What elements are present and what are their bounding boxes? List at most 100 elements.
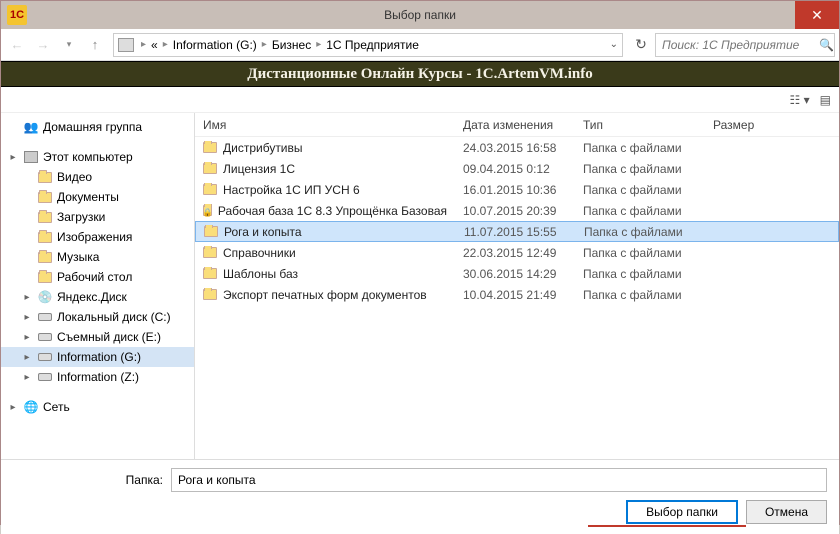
expand-icon[interactable]: ▸ xyxy=(21,312,33,323)
tree-item-label: Этот компьютер xyxy=(43,150,133,164)
file-name: Рога и копыта xyxy=(224,225,302,239)
tree-item[interactable]: ▸ Information (Z:) xyxy=(1,367,194,387)
nav-tree[interactable]: 👥Домашняя группа ▸ Этот компьютер Видео Доку… xyxy=(1,113,195,459)
folder-icon xyxy=(203,247,217,258)
search-box[interactable]: 🔍 xyxy=(655,33,835,57)
expand-icon[interactable]: ▸ xyxy=(7,152,19,163)
breadcrumb-sep-icon: ▸ xyxy=(316,39,321,50)
tree-item[interactable]: ▸ 🌐 Сеть xyxy=(1,397,194,417)
file-date: 16.01.2015 10:36 xyxy=(455,183,575,197)
footer: Папка: Выбор папки Отмена xyxy=(1,459,839,534)
tree-item[interactable]: ▸ Этот компьютер xyxy=(1,147,194,167)
folder-icon xyxy=(204,226,218,237)
breadcrumb-sep-icon: ▸ xyxy=(262,39,267,50)
computer-icon xyxy=(23,149,39,165)
nav-recent-dropdown[interactable]: ▾ xyxy=(57,33,81,57)
file-date: 09.04.2015 0:12 xyxy=(455,162,575,176)
folder-picker-window: 1C Выбор папки ✕ ← → ▾ ↑ ▸ « ▸ Informati… xyxy=(0,0,840,525)
disk-yandex-icon: 💿 xyxy=(37,289,53,305)
breadcrumb-sep-icon: ▸ xyxy=(163,39,168,50)
col-header-date[interactable]: Дата изменения xyxy=(455,118,575,132)
drive-removable-icon xyxy=(37,329,53,345)
view-icons-button[interactable]: ☷ ▾ xyxy=(790,93,810,107)
tree-item[interactable]: 👥Домашняя группа xyxy=(1,117,194,137)
search-input[interactable] xyxy=(662,38,819,52)
tree-item[interactable]: Музыка xyxy=(1,247,194,267)
breadcrumb-dropdown-icon[interactable]: ⌄ xyxy=(610,39,618,50)
expand-icon[interactable]: ▸ xyxy=(21,352,33,363)
expand-icon[interactable]: ▸ xyxy=(21,292,33,303)
tree-item-label: Локальный диск (C:) xyxy=(57,310,171,324)
col-header-type[interactable]: Тип xyxy=(575,118,705,132)
col-header-size[interactable]: Размер xyxy=(705,118,785,132)
list-row[interactable]: Лицензия 1С09.04.2015 0:12Папка с файлам… xyxy=(195,158,839,179)
list-row[interactable]: Настройка 1С ИП УСН 6 16.01.2015 10:36Пап… xyxy=(195,179,839,200)
tree-item[interactable]: ▸Information (G:) xyxy=(1,347,194,367)
expand-icon[interactable]: ▸ xyxy=(21,332,33,343)
body-area: 👥Домашняя группа ▸ Этот компьютер Видео Доку… xyxy=(1,113,839,459)
network-icon: 🌐 xyxy=(23,399,39,415)
folder-blue-icon xyxy=(37,249,53,265)
tree-item[interactable]: Документы xyxy=(1,187,194,207)
tree-item[interactable]: ▸ Локальный диск (C:) xyxy=(1,307,194,327)
tree-item[interactable]: ▸ Съемный диск (E:) xyxy=(1,327,194,347)
breadcrumb-part[interactable]: Information (G:) xyxy=(173,38,257,52)
col-header-name[interactable]: Имя xyxy=(195,118,455,132)
nav-forward-button[interactable]: → xyxy=(31,33,55,57)
folder-icon xyxy=(203,268,217,279)
view-list-button[interactable]: ▤ xyxy=(820,93,831,107)
list-row[interactable]: Справочники22.03.2015 12:49Папка с файла… xyxy=(195,242,839,263)
tree-item[interactable]: ▸ 💿 Яндекс.Диск xyxy=(1,287,194,307)
list-row[interactable]: Шаблоны баз30.06.2015 14:29Папка с файла… xyxy=(195,263,839,284)
list-row[interactable]: Рога и копыта 11.07.2015 15:55Папка с фай… xyxy=(195,221,839,242)
file-type: Папка с файлами xyxy=(575,246,705,260)
file-type: Папка с файлами xyxy=(575,288,705,302)
file-type: Папка с файлами xyxy=(575,141,705,155)
titlebar: 1C Выбор папки ✕ xyxy=(1,1,839,29)
folder-blue-icon xyxy=(37,269,53,285)
list-header[interactable]: Имя Дата изменения Тип Размер xyxy=(195,113,839,137)
close-button[interactable]: ✕ xyxy=(795,1,839,29)
expand-icon[interactable]: ▸ xyxy=(21,372,33,383)
nav-up-button[interactable]: ↑ xyxy=(83,33,107,57)
tree-item-label: Яндекс.Диск xyxy=(57,290,127,304)
file-list[interactable]: Имя Дата изменения Тип Размер Дистрибути… xyxy=(195,113,839,459)
list-row[interactable]: Экспорт печатных форм документов10.04.20… xyxy=(195,284,839,305)
refresh-button[interactable]: ↻ xyxy=(629,33,653,57)
search-icon: 🔍 xyxy=(819,38,834,52)
file-name: Шаблоны баз xyxy=(223,267,298,281)
list-row[interactable]: Рабочая база 1С 8.3 Упрощёнка Базовая10.… xyxy=(195,200,839,221)
tree-item[interactable]: Рабочий стол xyxy=(1,267,194,287)
file-name: Настройка 1С ИП УСН 6 xyxy=(223,183,360,197)
breadcrumb[interactable]: ▸ « ▸ Information (G:) ▸ Бизнес ▸ 1С Пре… xyxy=(113,33,623,57)
drive-icon xyxy=(37,369,53,385)
file-type: Папка с файлами xyxy=(575,183,705,197)
file-date: 30.06.2015 14:29 xyxy=(455,267,575,281)
file-type: Папка с файлами xyxy=(576,225,706,239)
tree-item[interactable]: Загрузки xyxy=(1,207,194,227)
breadcrumb-part[interactable]: Бизнес xyxy=(272,38,311,52)
folder-blue-icon xyxy=(37,189,53,205)
file-type: Папка с файлами xyxy=(575,204,705,218)
tree-item-label: Домашняя группа xyxy=(43,120,142,134)
file-name: Справочники xyxy=(223,246,296,260)
file-date: 11.07.2015 15:55 xyxy=(456,225,576,239)
tree-item-label: Документы xyxy=(57,190,119,204)
breadcrumb-part[interactable]: 1С Предприятие xyxy=(326,38,419,52)
tree-item-label: Information (Z:) xyxy=(57,370,139,384)
cancel-button[interactable]: Отмена xyxy=(746,500,827,524)
tree-item-label: Сеть xyxy=(43,400,70,414)
list-row[interactable]: Дистрибутивы24.03.2015 16:58Папка с файл… xyxy=(195,137,839,158)
folder-icon xyxy=(203,205,212,216)
select-folder-button[interactable]: Выбор папки xyxy=(626,500,738,524)
folder-name-input[interactable] xyxy=(171,468,827,492)
tree-item[interactable]: Изображения xyxy=(1,227,194,247)
breadcrumb-ellipsis[interactable]: « xyxy=(151,38,158,52)
expand-icon[interactable]: ▸ xyxy=(7,402,19,413)
file-type: Папка с файлами xyxy=(575,162,705,176)
nav-back-button[interactable]: ← xyxy=(5,33,29,57)
view-toolbar: ☷ ▾ ▤ xyxy=(1,87,839,113)
tree-item-label: Съемный диск (E:) xyxy=(57,330,161,344)
tree-item-label: Рабочий стол xyxy=(57,270,132,284)
tree-item[interactable]: Видео xyxy=(1,167,194,187)
